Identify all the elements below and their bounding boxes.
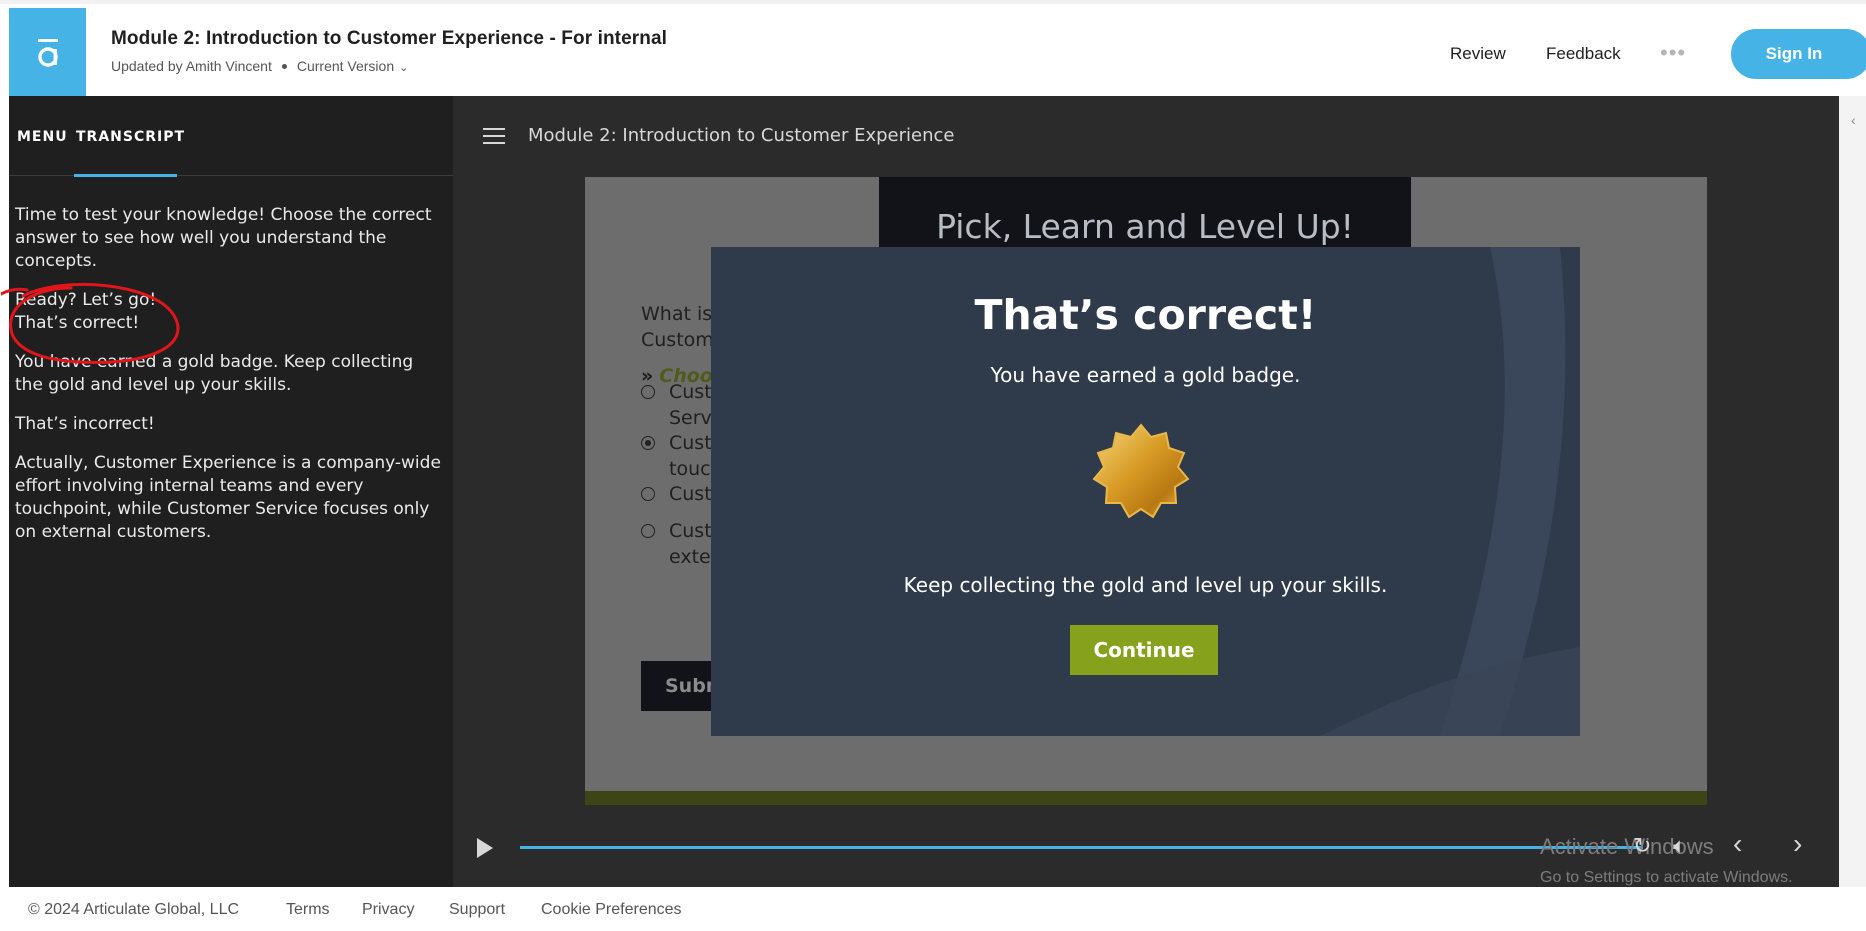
transcript-paragraph: Ready? Let’s go! That’s correct! [15, 289, 445, 335]
transcript-paragraph: You have earned a gold badge. Keep colle… [15, 352, 414, 395]
separator-dot [281, 63, 287, 69]
footer-copyright: © 2024 Articulate Global, LLC [28, 901, 240, 918]
slide-banner-text: Pick, Learn and Level Up! [936, 207, 1354, 246]
radio-button-selected[interactable] [641, 436, 655, 450]
option-line: exte [669, 546, 711, 568]
collapse-arrow-icon[interactable]: ‹ [1851, 112, 1856, 128]
play-icon[interactable] [477, 838, 493, 858]
player-header: Module 2: Introduction to Customer Exper… [453, 96, 1839, 176]
slide-banner: Pick, Learn and Level Up! [879, 177, 1411, 247]
sidebar-tabs: MENU TRANSCRIPT [9, 96, 453, 177]
chevron-down-icon: ⌄ [396, 62, 409, 74]
footer-privacy-link[interactable]: Privacy [362, 901, 414, 919]
transcript-line: Ready? Let’s go! [15, 290, 157, 310]
transcript-line: That’s correct! [15, 313, 140, 333]
page: Module 2: Introduction to Customer Exper… [0, 0, 1866, 931]
sidebar: MENU TRANSCRIPT Time to test your knowle… [1, 96, 453, 887]
option-line: Cust [669, 520, 712, 542]
nav-review[interactable]: Review [1450, 44, 1506, 64]
tab-active-underline [74, 174, 177, 177]
next-slide-icon[interactable]: › [1793, 828, 1802, 860]
page-subtitle: Updated by Amith Vincent Current Version… [111, 58, 408, 74]
hamburger-menu-icon[interactable] [483, 128, 505, 144]
nav-feedback[interactable]: Feedback [1546, 44, 1621, 64]
transcript-paragraph: Actually, Customer Experience is a compa… [15, 453, 441, 542]
gold-badge-icon [1092, 423, 1190, 519]
footer-terms-link[interactable]: Terms [286, 901, 330, 919]
page-title: Module 2: Introduction to Customer Exper… [111, 28, 667, 49]
answer-option[interactable]: Cust exte [641, 518, 712, 570]
option-line: Serv [669, 407, 712, 429]
version-label: Current Version [296, 58, 395, 74]
transcript-paragraph: That’s incorrect! [15, 414, 155, 434]
question-line: Custom [641, 329, 714, 351]
footer: © 2024 Articulate Global, LLC Terms Priv… [0, 887, 1866, 931]
right-panel-edge [1839, 96, 1866, 887]
radio-button[interactable] [641, 524, 655, 538]
activate-windows-subtitle: Go to Settings to activate Windows. [1540, 869, 1793, 886]
radio-button[interactable] [641, 487, 655, 501]
radio-button[interactable] [641, 385, 655, 399]
volume-icon[interactable]: 🔈︎ [1673, 833, 1686, 859]
sign-in-button[interactable]: Sign In [1731, 29, 1866, 79]
modal-title: That’s correct! [974, 291, 1317, 339]
answer-option[interactable]: Cust Serv [641, 379, 712, 431]
transcript-paragraph: Time to test your knowledge! Choose the … [15, 205, 432, 271]
more-options-icon[interactable]: ••• [1660, 40, 1686, 66]
articulate-logo-icon [37, 39, 58, 67]
footer-support-link[interactable]: Support [449, 901, 505, 919]
footer-cookie-link[interactable]: Cookie Preferences [541, 901, 682, 919]
option-line: Cust [669, 432, 712, 454]
tab-transcript[interactable]: TRANSCRIPT [76, 129, 185, 145]
modal-subtitle: You have earned a gold badge. [990, 363, 1301, 387]
continue-button[interactable]: Continue [1070, 625, 1218, 675]
tab-menu[interactable]: MENU [17, 129, 68, 145]
option-line: Cust [669, 381, 712, 403]
version-selector[interactable]: Current Version ⌄ [297, 58, 409, 74]
transcript-panel: Time to test your knowledge! Choose the … [9, 176, 453, 544]
top-header: Module 2: Introduction to Customer Exper… [0, 0, 1866, 100]
previous-slide-icon[interactable]: ‹ [1733, 828, 1742, 860]
modal-message: Keep collecting the gold and level up yo… [903, 573, 1388, 597]
slide-bottom-bar [585, 791, 1707, 805]
feedback-modal: That’s correct! You have earned a gold b… [711, 247, 1580, 736]
articulate-logo[interactable] [9, 8, 86, 98]
option-line: touc [669, 458, 711, 480]
seek-bar[interactable] [520, 846, 1643, 849]
updated-by: Updated by Amith Vincent [111, 58, 272, 74]
option-line: Cust [669, 483, 712, 505]
replay-icon[interactable]: ↻ [1633, 833, 1651, 859]
activate-windows-title: Activate Windows [1540, 834, 1714, 859]
answer-option[interactable]: Cust [641, 481, 712, 507]
question-line: What is [641, 303, 713, 325]
question-text: What is Custom [641, 301, 714, 353]
answer-option[interactable]: Cust touc [641, 430, 712, 482]
player-title: Module 2: Introduction to Customer Exper… [528, 125, 955, 146]
